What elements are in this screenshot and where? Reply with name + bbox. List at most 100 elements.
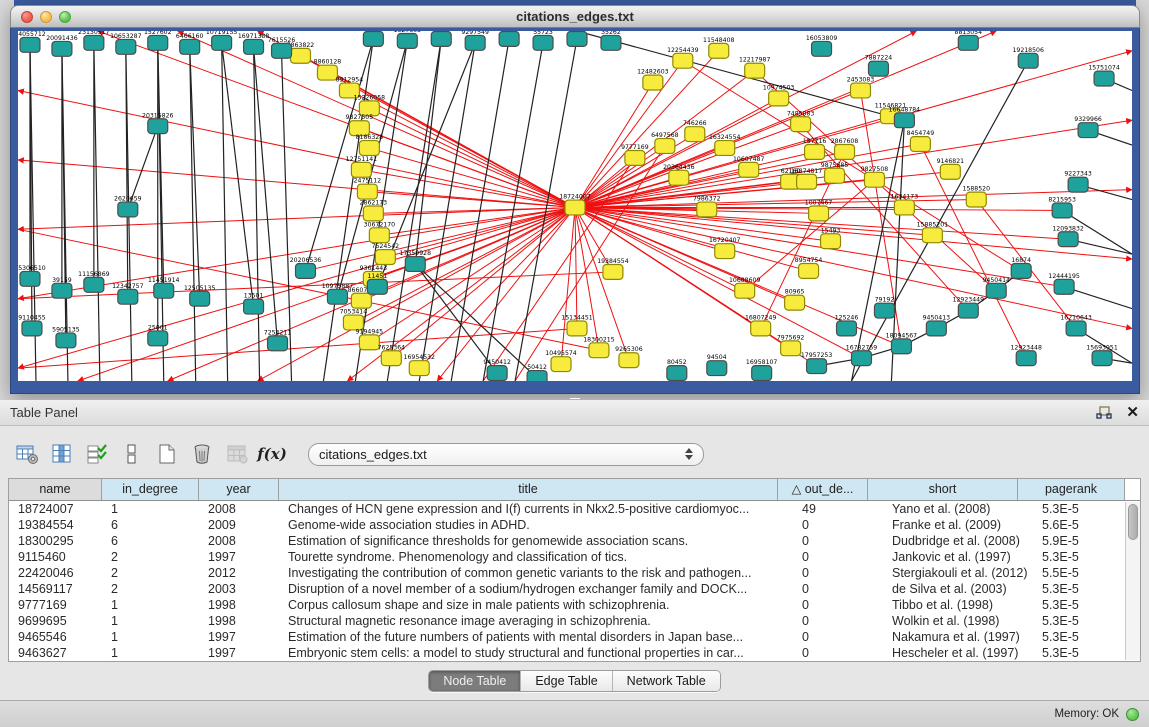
graph-node[interactable]: 8215953 bbox=[1048, 197, 1076, 218]
table-row[interactable]: 969969511998Structural magnetic resonanc… bbox=[9, 613, 1140, 629]
column-header-in_degree[interactable]: in_degree bbox=[102, 479, 199, 500]
column-header-name[interactable]: name bbox=[9, 479, 102, 500]
graph-node[interactable]: 7625364 bbox=[378, 344, 406, 365]
graph-node[interactable]: 8454749 bbox=[907, 130, 935, 151]
graph-node[interactable]: 9777169 bbox=[621, 144, 649, 165]
cell-in_degree: 6 bbox=[102, 533, 199, 549]
column-header-out_degree[interactable]: △ out_de... bbox=[778, 479, 868, 500]
graph-node[interactable]: 94504 bbox=[707, 354, 727, 375]
graph-node[interactable]: 746266 bbox=[683, 120, 707, 141]
graph-node[interactable]: 5905135 bbox=[52, 326, 80, 347]
graph-node[interactable]: 7053414 bbox=[340, 309, 368, 330]
graph-node[interactable]: 9146821 bbox=[937, 158, 965, 179]
network-canvas[interactable]: 18724007 7863822 8860128 8912954 1522605… bbox=[18, 31, 1132, 381]
graph-node[interactable]: 9450413 bbox=[923, 315, 951, 336]
graph-node[interactable]: 9110455 bbox=[18, 315, 46, 336]
graph-node[interactable]: 15493 bbox=[821, 227, 841, 248]
table-row[interactable]: 911546021997Tourette syndrome. Phenomeno… bbox=[9, 549, 1140, 565]
table-row[interactable]: 1872400712008Changes of HCN gene express… bbox=[9, 501, 1140, 517]
graph-node[interactable]: 7485083 bbox=[787, 110, 815, 131]
new-table-icon[interactable] bbox=[154, 441, 180, 467]
tab-network-table[interactable]: Network Table bbox=[613, 671, 720, 691]
graph-node[interactable]: 55723 bbox=[533, 31, 553, 50]
table-scrollbar[interactable] bbox=[1125, 502, 1140, 660]
graph-node[interactable]: 6466160 bbox=[176, 33, 204, 54]
graph-node[interactable]: 6497568 bbox=[651, 132, 679, 153]
minimize-window-button[interactable] bbox=[40, 11, 52, 23]
graph-node[interactable]: 1527603 bbox=[394, 31, 422, 48]
graph-node[interactable]: 125246 bbox=[835, 315, 859, 336]
graph-node[interactable]: 79192 bbox=[874, 297, 894, 318]
graph-node[interactable]: 9227343 bbox=[1064, 171, 1092, 192]
table-row[interactable]: 1830029562008Estimation of significance … bbox=[9, 533, 1140, 549]
graph-node[interactable]: 8186328 bbox=[356, 134, 384, 155]
graph-node[interactable]: 7887224 bbox=[865, 55, 893, 76]
graph-node[interactable]: 1527602 bbox=[144, 31, 172, 50]
scrollbar-thumb[interactable] bbox=[1128, 504, 1138, 540]
graph-node[interactable]: 11451 bbox=[367, 273, 387, 294]
graph-node[interactable]: 35262 bbox=[601, 31, 621, 50]
graph-node[interactable]: 1634173 bbox=[891, 194, 919, 215]
column-header-short[interactable]: short bbox=[868, 479, 1018, 500]
show-column-icon[interactable] bbox=[49, 441, 75, 467]
row-height-icon[interactable] bbox=[119, 441, 145, 467]
graph-node[interactable]: 8813054 bbox=[955, 31, 983, 50]
graph-node[interactable]: 9875685 bbox=[821, 162, 849, 183]
graph-node[interactable]: 5672341 bbox=[495, 31, 523, 46]
column-header-title[interactable]: title bbox=[279, 479, 778, 500]
close-window-button[interactable] bbox=[21, 11, 33, 23]
graph-node[interactable]: 50412 bbox=[527, 364, 547, 381]
table-row[interactable]: 1456911722003Disruption of a novel membe… bbox=[9, 581, 1140, 597]
table-row[interactable]: 977716911998Corpus callosum shape and si… bbox=[9, 597, 1140, 613]
graph-node[interactable]: 16874 bbox=[1011, 257, 1031, 278]
graph-node[interactable]: 7154640 bbox=[427, 31, 455, 46]
graph-node[interactable]: 2862173 bbox=[360, 200, 388, 221]
graph-node[interactable]: 9450414 bbox=[982, 277, 1010, 298]
tab-edge-table[interactable]: Edge Table bbox=[521, 671, 612, 691]
graph-node[interactable]: 7524542 bbox=[372, 243, 400, 264]
graph-node[interactable]: 7254211 bbox=[264, 329, 292, 350]
graph-node[interactable]: 9329966 bbox=[1074, 116, 1102, 137]
graph-node[interactable]: 8813048 bbox=[563, 31, 591, 46]
close-panel-icon[interactable]: ✕ bbox=[1126, 405, 1139, 420]
table-row[interactable]: 946554611997Estimation of the future num… bbox=[9, 629, 1140, 645]
float-panel-icon[interactable] bbox=[1096, 406, 1112, 420]
window-titlebar[interactable]: citations_edges.txt bbox=[10, 5, 1140, 28]
graph-node[interactable]: 7986372 bbox=[693, 196, 721, 217]
graph-node[interactable]: 8954754 bbox=[795, 257, 823, 278]
graph-node[interactable]: 13501 bbox=[244, 293, 264, 314]
import-table-icon[interactable] bbox=[224, 441, 250, 467]
graph-node[interactable]: 9450412 bbox=[483, 359, 511, 380]
graph-node[interactable]: 80965 bbox=[785, 289, 805, 310]
graph-node[interactable]: 9827505 bbox=[346, 114, 374, 135]
function-builder-icon[interactable]: f(x) bbox=[259, 441, 285, 467]
select-rows-icon[interactable] bbox=[84, 441, 110, 467]
graph-node[interactable]: 2620659 bbox=[114, 196, 142, 217]
table-options-icon[interactable] bbox=[14, 441, 40, 467]
column-header-year[interactable]: year bbox=[199, 479, 279, 500]
graph-node[interactable]: 2453083 bbox=[847, 77, 875, 98]
graph-node[interactable]: 1588520 bbox=[963, 186, 991, 207]
graph-node[interactable]: 39159 bbox=[52, 277, 72, 298]
graph-node[interactable]: 9297549 bbox=[461, 31, 489, 50]
zoom-window-button[interactable] bbox=[59, 11, 71, 23]
table-selector[interactable]: citations_edges.txt bbox=[308, 443, 704, 466]
graph-node[interactable]: 2475112 bbox=[354, 178, 382, 199]
tab-node-table[interactable]: Node Table bbox=[429, 671, 521, 691]
graph-node[interactable]: 2867608 bbox=[831, 138, 859, 159]
graph-node[interactable]: 80452 bbox=[667, 359, 687, 380]
table-row[interactable]: 2242004622012Investigating the contribut… bbox=[9, 565, 1140, 581]
graph-node-label: 7986372 bbox=[693, 196, 721, 203]
graph-node[interactable]: 25001 bbox=[148, 324, 168, 345]
graph-node[interactable]: 7615526 bbox=[268, 37, 296, 58]
graph-node[interactable]: 187716 bbox=[803, 138, 827, 159]
graph-node[interactable]: 9265306 bbox=[615, 346, 643, 367]
graph-node[interactable]: 9827508 bbox=[861, 166, 889, 187]
delete-table-icon[interactable] bbox=[189, 441, 215, 467]
table-row[interactable]: 946362711997Embryonic stem cells: a mode… bbox=[9, 645, 1140, 661]
graph-node-label: 18724007 bbox=[559, 194, 591, 201]
column-header-pagerank[interactable]: pagerank bbox=[1018, 479, 1125, 500]
panel-divider-grip[interactable] bbox=[570, 395, 580, 399]
table-row[interactable]: 1938455462009Genome-wide association stu… bbox=[9, 517, 1140, 533]
graph-node[interactable]: 1007467 bbox=[805, 200, 833, 221]
